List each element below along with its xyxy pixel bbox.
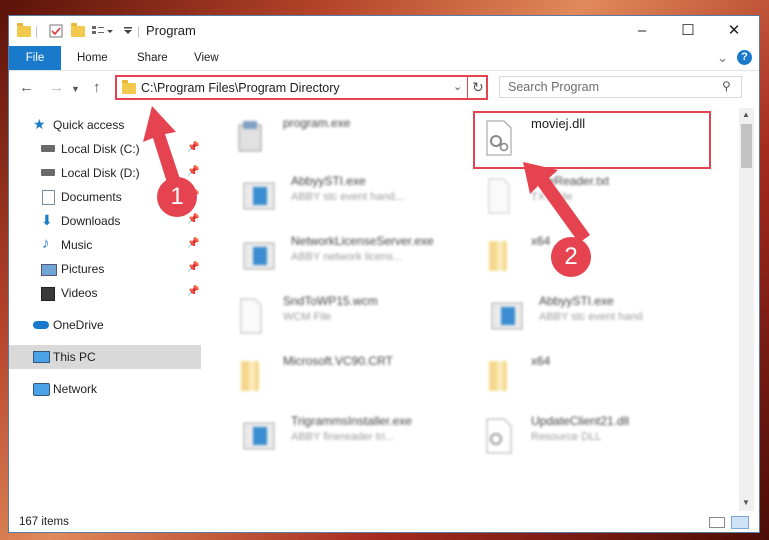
- step-badge-2: 2: [551, 237, 591, 277]
- annotation-arrows: [143, 106, 590, 243]
- arrow-1-icon: [143, 106, 181, 186]
- arrow-2-icon: [523, 162, 590, 243]
- step-badge-1: 1: [157, 177, 197, 217]
